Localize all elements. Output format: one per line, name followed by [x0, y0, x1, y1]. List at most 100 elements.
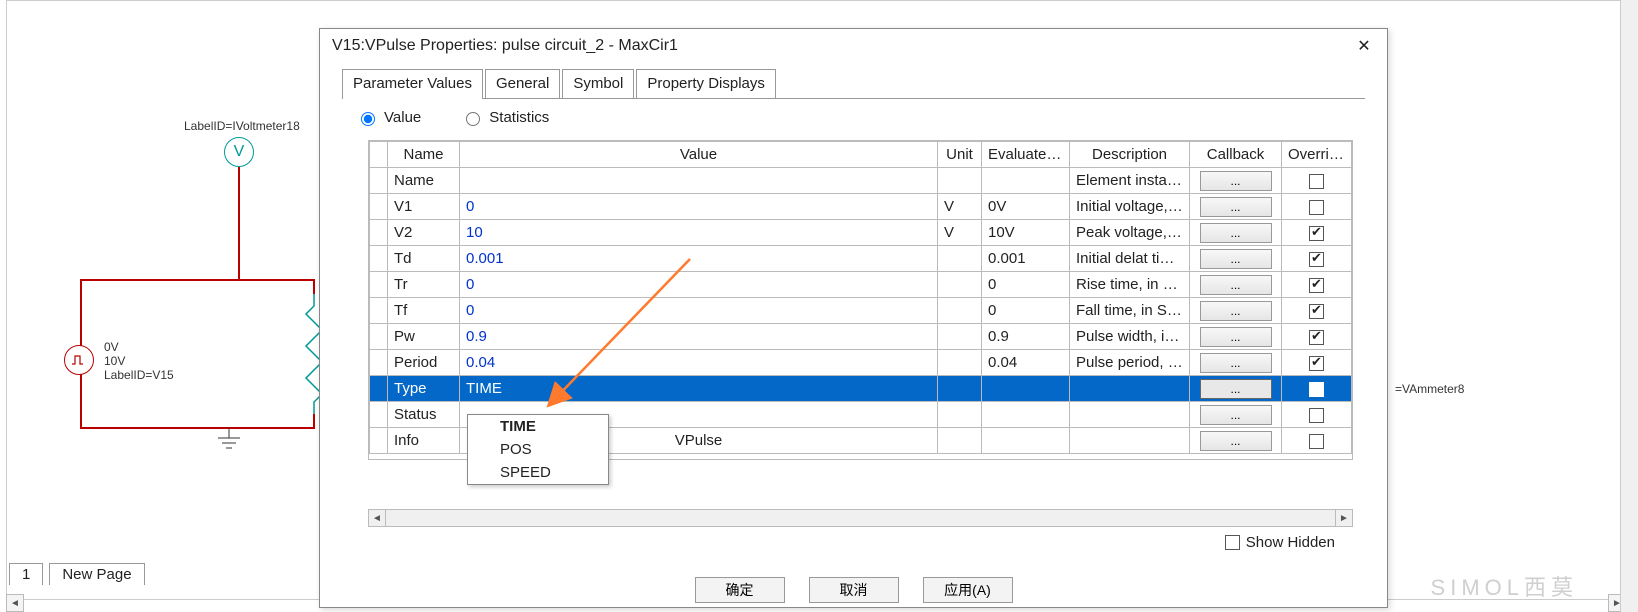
type-dropdown[interactable]: TIME POS SPEED [467, 414, 609, 485]
cell-override[interactable] [1282, 272, 1352, 298]
cell-override[interactable] [1282, 428, 1352, 454]
cell-name[interactable]: Tr [388, 272, 460, 298]
override-checkbox[interactable] [1309, 330, 1324, 345]
callback-button[interactable]: ... [1200, 223, 1272, 243]
page-tab-new[interactable]: New Page [49, 563, 144, 585]
radio-value-input[interactable] [361, 112, 375, 126]
cell-value[interactable]: 0 [460, 272, 938, 298]
show-hidden-checkbox[interactable]: Show Hidden [1225, 534, 1335, 551]
col-evaluated[interactable]: Evaluated... [982, 142, 1070, 168]
table-hscroll-track[interactable] [386, 509, 1335, 527]
dialog-titlebar[interactable]: V15:VPulse Properties: pulse circuit_2 -… [320, 29, 1387, 63]
col-value[interactable]: Value [460, 142, 938, 168]
table-row[interactable]: NameElement instan...... [370, 168, 1352, 194]
cell-name[interactable]: Status [388, 402, 460, 428]
callback-button[interactable]: ... [1200, 171, 1272, 191]
table-hscroll[interactable]: ◄ ► [368, 509, 1353, 527]
dropdown-option-time[interactable]: TIME [468, 415, 608, 438]
cell-value[interactable]: 0.04 [460, 350, 938, 376]
table-row[interactable]: Period0.040.04Pulse period, i...... [370, 350, 1352, 376]
cell-name[interactable]: Name [388, 168, 460, 194]
cell-name[interactable]: Period [388, 350, 460, 376]
close-button[interactable]: ✕ [1347, 33, 1381, 59]
cell-override[interactable] [1282, 350, 1352, 376]
table-hscroll-left[interactable]: ◄ [368, 509, 386, 527]
cell-override[interactable] [1282, 246, 1352, 272]
cell-name[interactable]: Tf [388, 298, 460, 324]
hscroll-left-button[interactable]: ◄ [6, 594, 24, 612]
cell-value[interactable] [460, 168, 938, 194]
override-checkbox[interactable] [1309, 226, 1324, 241]
callback-button[interactable]: ... [1200, 379, 1272, 399]
callback-button[interactable]: ... [1200, 405, 1272, 425]
tab-parameter-values[interactable]: Parameter Values [342, 69, 483, 99]
cell-value[interactable]: 0.001 [460, 246, 938, 272]
pulse-source-icon[interactable] [64, 345, 94, 375]
override-checkbox[interactable] [1309, 434, 1324, 449]
voltmeter-icon[interactable]: V [224, 137, 254, 167]
col-name[interactable]: Name [388, 142, 460, 168]
col-override[interactable]: Override [1282, 142, 1352, 168]
cancel-button[interactable]: 取消 [809, 577, 899, 603]
ground-icon[interactable] [214, 428, 244, 456]
cell-override[interactable] [1282, 324, 1352, 350]
override-checkbox[interactable] [1309, 200, 1324, 215]
cell-name[interactable]: Type [388, 376, 460, 402]
apply-button[interactable]: 应用(A) [923, 577, 1013, 603]
override-checkbox[interactable] [1309, 252, 1324, 267]
cell-override[interactable] [1282, 298, 1352, 324]
radio-statistics[interactable]: Statistics [461, 109, 549, 126]
col-callback[interactable]: Callback [1190, 142, 1282, 168]
tab-symbol[interactable]: Symbol [562, 69, 634, 99]
callback-button[interactable]: ... [1200, 249, 1272, 269]
override-checkbox[interactable] [1309, 382, 1324, 397]
cell-override[interactable] [1282, 220, 1352, 246]
dropdown-option-speed[interactable]: SPEED [468, 461, 608, 484]
cell-name[interactable]: V2 [388, 220, 460, 246]
cell-override[interactable] [1282, 402, 1352, 428]
cell-override[interactable] [1282, 376, 1352, 402]
table-row[interactable]: Tr00Rise time, in S...... [370, 272, 1352, 298]
cell-name[interactable]: V1 [388, 194, 460, 220]
table-row[interactable]: V10V0VInitial voltage, ...... [370, 194, 1352, 220]
radio-value[interactable]: Value [356, 109, 421, 126]
callback-button[interactable]: ... [1200, 431, 1272, 451]
tab-property-displays[interactable]: Property Displays [636, 69, 776, 99]
col-unit[interactable]: Unit [938, 142, 982, 168]
table-row[interactable]: Pw0.90.9Pulse width, in ...... [370, 324, 1352, 350]
vertical-scrollbar[interactable] [1620, 0, 1638, 612]
callback-button[interactable]: ... [1200, 275, 1272, 295]
parameter-table[interactable]: Name Value Unit Evaluated... Description… [369, 141, 1352, 454]
override-checkbox[interactable] [1309, 356, 1324, 371]
table-row[interactable]: V210V10VPeak voltage, i...... [370, 220, 1352, 246]
callback-button[interactable]: ... [1200, 327, 1272, 347]
radio-statistics-input[interactable] [466, 112, 480, 126]
show-hidden-box[interactable] [1225, 535, 1240, 550]
cell-value[interactable]: 0 [460, 194, 938, 220]
cell-value[interactable]: 0.9 [460, 324, 938, 350]
cell-override[interactable] [1282, 168, 1352, 194]
callback-button[interactable]: ... [1200, 197, 1272, 217]
ok-button[interactable]: 确定 [695, 577, 785, 603]
table-row[interactable]: Tf00Fall time, in Se...... [370, 298, 1352, 324]
cell-name[interactable]: Info [388, 428, 460, 454]
override-checkbox[interactable] [1309, 408, 1324, 423]
page-tab-1[interactable]: 1 [9, 563, 43, 585]
override-checkbox[interactable] [1309, 174, 1324, 189]
callback-button[interactable]: ... [1200, 353, 1272, 373]
dropdown-option-pos[interactable]: POS [468, 438, 608, 461]
cell-value[interactable]: 0 [460, 298, 938, 324]
table-row[interactable]: TypeTIME... [370, 376, 1352, 402]
callback-button[interactable]: ... [1200, 301, 1272, 321]
cell-value[interactable]: 10 [460, 220, 938, 246]
table-hscroll-right[interactable]: ► [1335, 509, 1353, 527]
col-description[interactable]: Description [1070, 142, 1190, 168]
table-row[interactable]: Td0.0010.001Initial delat tim...... [370, 246, 1352, 272]
cell-override[interactable] [1282, 194, 1352, 220]
override-checkbox[interactable] [1309, 278, 1324, 293]
override-checkbox[interactable] [1309, 304, 1324, 319]
cell-name[interactable]: Pw [388, 324, 460, 350]
tab-general[interactable]: General [485, 69, 560, 99]
cell-name[interactable]: Td [388, 246, 460, 272]
cell-value[interactable]: TIME [460, 376, 938, 402]
